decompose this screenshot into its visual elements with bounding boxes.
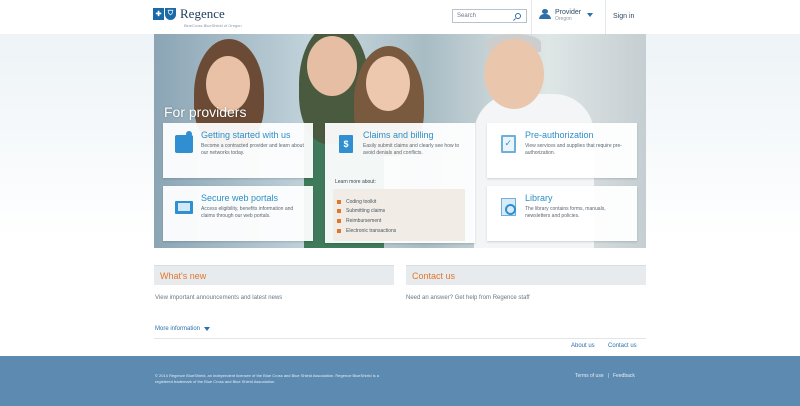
contact-heading: Contact us: [406, 265, 646, 285]
hero-photo-face: [366, 56, 410, 111]
cross-icon: ✚: [153, 8, 164, 20]
header-inner: ✚ ⛉ Regence BlueCross BlueShield of Oreg…: [153, 0, 646, 34]
clipboard-check-icon: [497, 133, 519, 155]
card-description: The library contains forms, manuals, new…: [525, 206, 606, 219]
hero-banner: For providers Getting started with us Be…: [154, 34, 646, 248]
header-divider: [531, 0, 532, 34]
logo[interactable]: ✚ ⛉ Regence: [153, 6, 225, 22]
card-description: Access eligibility, benefits information…: [201, 206, 294, 219]
whats-new-heading: What's new: [154, 265, 394, 285]
puzzle-icon: [173, 131, 195, 155]
header-divider: [605, 0, 606, 34]
hero-photo-face: [484, 39, 544, 109]
site-header: ✚ ⛉ Regence BlueCross BlueShield of Oreg…: [0, 0, 800, 34]
more-information-label: More information: [155, 326, 201, 332]
magnifier-document-icon: [497, 196, 519, 218]
about-us-link[interactable]: About us: [571, 343, 595, 349]
card-title: Secure web portals: [201, 193, 279, 203]
contact-text[interactable]: Need an answer? Get help from Regence st…: [406, 295, 530, 301]
bullet-icon: [337, 218, 341, 223]
hero-title: For providers: [164, 104, 247, 120]
dollar-document-icon: $: [335, 133, 357, 155]
audience-region: Oregon: [555, 16, 572, 22]
audience-selector[interactable]: Provider Oregon: [539, 9, 594, 22]
feedback-link[interactable]: Feedback: [613, 373, 635, 379]
site-footer: © 2014 Regence BlueShield, an independen…: [0, 356, 800, 406]
person-icon: [539, 9, 551, 19]
learn-more-item[interactable]: Reimbursement: [337, 216, 396, 226]
logo-text: Regence: [180, 6, 225, 21]
card-secure-portals[interactable]: Secure web portals Access eligibility, b…: [163, 186, 313, 241]
learn-more-item[interactable]: Coding toolkit: [337, 197, 396, 207]
search-input[interactable]: Search: [452, 9, 527, 23]
search-placeholder: Search: [457, 13, 477, 19]
shield-icon: ⛉: [165, 8, 176, 20]
learn-more-item[interactable]: Electronic transactions: [337, 226, 396, 236]
whats-new-text[interactable]: View important announcements and latest …: [155, 295, 282, 301]
more-information-toggle[interactable]: More information: [155, 326, 211, 332]
card-title: Library: [525, 193, 553, 203]
footer-link-divider: |: [607, 373, 609, 379]
terms-of-use-link[interactable]: Terms of use: [575, 373, 604, 379]
card-description: View services and supplies that require …: [525, 143, 622, 156]
section-divider: [154, 338, 646, 339]
blue-cross-shield-icon: ✚ ⛉: [153, 8, 176, 20]
card-library[interactable]: Library The library contains forms, manu…: [487, 186, 637, 241]
bullet-icon: [337, 228, 341, 233]
card-claims-billing[interactable]: $ Claims and billing Easily submit claim…: [325, 123, 475, 243]
audience-label: Provider: [555, 9, 582, 16]
search-icon[interactable]: [515, 13, 521, 19]
card-getting-started[interactable]: Getting started with us Become a contrac…: [163, 123, 313, 178]
chevron-down-icon: [204, 327, 211, 331]
monitor-icon: [173, 196, 195, 218]
chevron-down-icon: [587, 13, 594, 17]
card-pre-authorization[interactable]: Pre-authorization View services and supp…: [487, 123, 637, 178]
card-title: Pre-authorization: [525, 130, 594, 140]
card-title: Getting started with us: [201, 130, 291, 140]
card-description: Easily submit claims and clearly see how…: [363, 143, 460, 156]
learn-more-item[interactable]: Submitting claims: [337, 207, 396, 217]
card-description: Become a contracted provider and learn a…: [201, 143, 304, 156]
footer-links: Terms of use | Feedback: [575, 373, 635, 379]
card-title: Claims and billing: [363, 130, 434, 140]
footer-legal-text: © 2014 Regence BlueShield, an independen…: [155, 373, 379, 384]
logo-tagline: BlueCross BlueShield of Oregon: [184, 23, 242, 28]
learn-more-list: Coding toolkit Submitting claims Reimbur…: [337, 197, 396, 235]
bullet-icon: [337, 199, 341, 204]
learn-more-label: Learn more about:: [335, 179, 376, 185]
hero-photo-face: [307, 36, 357, 96]
contact-us-link[interactable]: Contact us: [608, 343, 637, 349]
bullet-icon: [337, 209, 341, 214]
sign-in-link[interactable]: Sign in: [613, 13, 634, 20]
